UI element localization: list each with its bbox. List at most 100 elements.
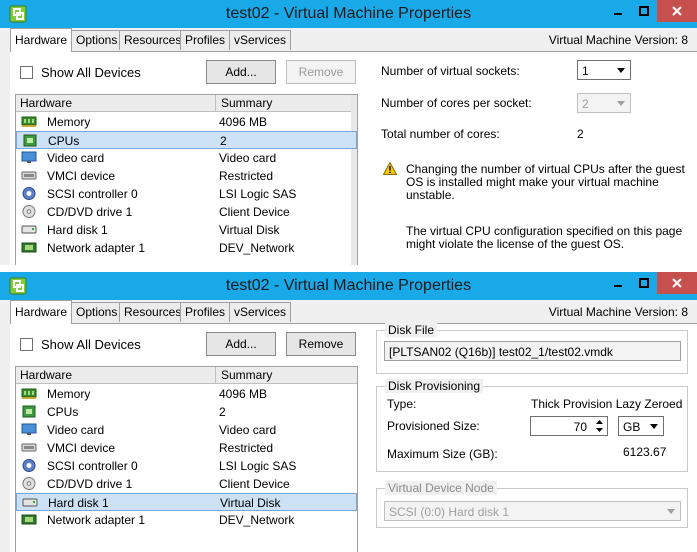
vm-properties-window-cpus: test02 - Virtual Machine Properties Hard…	[0, 0, 697, 265]
warning-text-line-2: OS is installed might make your virtual …	[406, 175, 659, 189]
title-bar[interactable]: test02 - Virtual Machine Properties	[0, 0, 697, 28]
list-item-hard-disk[interactable]: Hard disk 1 Virtual Disk	[16, 221, 357, 239]
device-summary: Client Device	[219, 205, 290, 219]
column-header-hardware[interactable]: Hardware	[20, 96, 72, 110]
show-all-devices-checkbox[interactable]	[20, 66, 33, 79]
list-item-network-adapter[interactable]: Network adapter 1 DEV_Network	[16, 511, 357, 529]
scsi-controller-icon	[22, 187, 36, 200]
device-summary: 2	[219, 405, 226, 419]
column-header-summary[interactable]: Summary	[221, 96, 272, 110]
warning-icon	[383, 162, 397, 175]
virtual-device-node-group: Virtual Device Node SCSI (0:0) Hard disk…	[376, 481, 688, 528]
list-item-scsi-controller[interactable]: SCSI controller 0 LSI Logic SAS	[16, 457, 357, 475]
cores-per-socket-value: 2	[582, 97, 589, 111]
chevron-down-icon[interactable]	[613, 95, 629, 111]
list-item-vmci-device[interactable]: VMCI device Restricted	[16, 439, 357, 457]
column-divider[interactable]	[215, 367, 216, 384]
minimize-button[interactable]	[604, 272, 632, 294]
sockets-value: 1	[582, 64, 589, 78]
device-summary: Restricted	[219, 169, 274, 183]
maximize-icon	[639, 6, 649, 16]
show-all-devices-label: Show All Devices	[41, 65, 141, 80]
tab-profiles[interactable]: Profiles	[180, 302, 231, 322]
tab-vservices[interactable]: vServices	[229, 302, 292, 322]
spinner-up-icon[interactable]	[592, 418, 606, 426]
hardware-panel: Show All Devices Add... Remove Hardware …	[10, 51, 697, 265]
show-all-devices-label: Show All Devices	[41, 337, 141, 352]
tab-options[interactable]: Options	[71, 30, 123, 50]
chevron-down-icon[interactable]	[613, 62, 629, 78]
device-summary: Restricted	[219, 441, 274, 455]
column-divider[interactable]	[215, 95, 216, 112]
device-summary: Virtual Disk	[220, 496, 281, 510]
size-unit-select[interactable]: GB	[618, 416, 664, 436]
cpu-icon	[22, 405, 36, 418]
tab-vservices[interactable]: vServices	[229, 30, 292, 50]
list-item-memory[interactable]: Memory 4096 MB	[16, 113, 357, 131]
close-button[interactable]	[657, 272, 697, 294]
vm-version-label: Virtual Machine Version: 8	[548, 33, 688, 47]
disk-type-label: Type:	[387, 397, 417, 411]
add-button[interactable]: Add...	[206, 332, 276, 356]
list-item-video-card[interactable]: Video card Video card	[16, 421, 357, 439]
device-summary: DEV_Network	[219, 513, 295, 527]
cd-dvd-icon	[22, 477, 36, 490]
close-button[interactable]	[657, 0, 697, 22]
maximize-button[interactable]	[630, 272, 658, 294]
total-cores-label: Total number of cores:	[381, 127, 500, 141]
tab-hardware[interactable]: Hardware	[10, 300, 73, 324]
list-item-cd-dvd-drive[interactable]: CD/DVD drive 1 Client Device	[16, 475, 357, 493]
monitor-icon	[21, 151, 37, 163]
list-item-memory[interactable]: Memory 4096 MB	[16, 385, 357, 403]
list-item-cpus[interactable]: CPUs 2	[16, 131, 357, 149]
hardware-list-header: Hardware Summary	[16, 95, 357, 112]
chevron-down-icon[interactable]	[663, 503, 679, 519]
list-item-vmci-device[interactable]: VMCI device Restricted	[16, 167, 357, 185]
list-item-scsi-controller[interactable]: SCSI controller 0 LSI Logic SAS	[16, 185, 357, 203]
list-item-network-adapter[interactable]: Network adapter 1 DEV_Network	[16, 239, 357, 257]
device-name: VMCI device	[47, 441, 116, 455]
provisioned-size-spinner[interactable]: 70	[530, 416, 608, 436]
device-summary: Client Device	[219, 477, 290, 491]
minimize-icon	[614, 13, 622, 15]
tab-hardware[interactable]: Hardware	[10, 28, 73, 52]
list-item-cd-dvd-drive[interactable]: CD/DVD drive 1 Client Device	[16, 203, 357, 221]
disk-file-path-field[interactable]: [PLTSAN02 (Q16b)] test02_1/test02.vmdk	[384, 341, 681, 361]
minimize-button[interactable]	[604, 0, 632, 22]
virtual-device-node-select[interactable]: SCSI (0:0) Hard disk 1	[384, 501, 681, 521]
add-button[interactable]: Add...	[206, 60, 276, 84]
show-all-devices-checkbox[interactable]	[20, 338, 33, 351]
device-summary: 4096 MB	[219, 387, 268, 401]
list-item-cpus[interactable]: CPUs 2	[16, 403, 357, 421]
maximize-button[interactable]	[630, 0, 658, 22]
tab-resources[interactable]: Resources	[119, 302, 187, 322]
tab-options[interactable]: Options	[71, 302, 123, 322]
vmci-device-icon	[21, 443, 37, 452]
list-item-video-card[interactable]: Video card Video card	[16, 149, 357, 167]
title-bar[interactable]: test02 - Virtual Machine Properties	[0, 272, 697, 300]
disk-provisioning-group: Disk Provisioning Type: Thick Provision …	[376, 379, 688, 472]
spinner-down-icon[interactable]	[592, 426, 606, 434]
chevron-down-icon[interactable]	[646, 418, 662, 434]
device-name: Video card	[47, 151, 105, 165]
device-name: Network adapter 1	[47, 513, 146, 527]
remove-button[interactable]: Remove	[286, 332, 356, 356]
disk-file-group: Disk File [PLTSAN02 (Q16b)] test02_1/tes…	[376, 323, 688, 374]
hardware-list-header: Hardware Summary	[16, 367, 357, 384]
minimize-icon	[614, 285, 622, 287]
device-summary: DEV_Network	[219, 241, 295, 255]
sockets-select[interactable]: 1	[577, 60, 631, 80]
list-item-hard-disk[interactable]: Hard disk 1 Virtual Disk	[16, 493, 357, 511]
cores-per-socket-label: Number of cores per socket:	[381, 96, 532, 110]
close-icon	[672, 6, 682, 16]
column-header-summary[interactable]: Summary	[221, 368, 272, 382]
column-header-hardware[interactable]: Hardware	[20, 368, 72, 382]
cpu-icon	[23, 134, 37, 147]
cores-per-socket-select[interactable]: 2	[577, 93, 631, 113]
tab-profiles[interactable]: Profiles	[180, 30, 231, 50]
warning-text-line-1: Changing the number of virtual CPUs afte…	[406, 162, 685, 176]
tab-resources[interactable]: Resources	[119, 30, 187, 50]
scsi-controller-icon	[22, 459, 36, 472]
hardware-list: Hardware Summary Memory 4096 MB CPUs 2 V…	[15, 94, 358, 265]
remove-button[interactable]: Remove	[286, 60, 356, 84]
